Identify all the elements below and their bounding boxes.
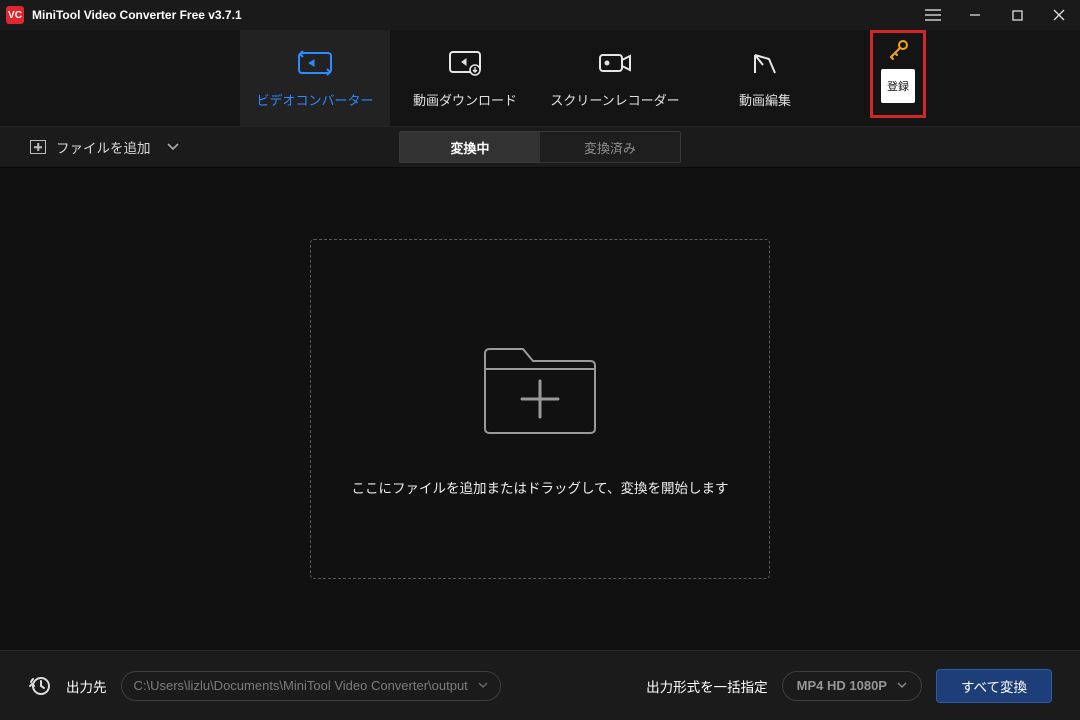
folder-plus-icon: [475, 321, 605, 451]
file-dropzone[interactable]: ここにファイルを追加またはドラッグして、変換を開始します: [310, 239, 770, 579]
secondary-toolbar: ファイルを追加 変換中 変換済み: [0, 126, 1080, 168]
converter-icon: [297, 48, 333, 78]
window-title: MiniTool Video Converter Free v3.7.1: [32, 8, 242, 22]
output-format-value: MP4 HD 1080P: [797, 678, 887, 693]
chevron-down-icon: [897, 682, 907, 689]
seg-converted[interactable]: 変換済み: [540, 132, 680, 162]
tab-screen-recorder[interactable]: スクリーンレコーダー: [540, 30, 690, 126]
add-file-button[interactable]: ファイルを追加: [30, 137, 179, 157]
tab-label: ビデオコンバーター: [256, 90, 373, 109]
convert-all-button[interactable]: すべて変換: [936, 669, 1052, 703]
output-dir-value: C:\Users\lizlu\Documents\MiniTool Video …: [134, 678, 468, 693]
main-tabs: ビデオコンバーター 動画ダウンロード: [240, 30, 840, 126]
tab-label: 動画編集: [739, 90, 791, 109]
chevron-down-icon[interactable]: [167, 143, 179, 151]
tab-video-download[interactable]: 動画ダウンロード: [390, 30, 540, 126]
key-icon[interactable]: [887, 39, 909, 61]
camera-icon: [597, 48, 633, 78]
register-highlight: 登録: [870, 30, 926, 118]
editor-icon: [749, 48, 781, 78]
output-dir-label: 出力先: [66, 676, 107, 696]
chevron-down-icon: [478, 682, 488, 689]
output-format-label: 出力形式を一括指定: [646, 676, 768, 696]
footer-bar: 出力先 C:\Users\lizlu\Documents\MiniTool Vi…: [0, 650, 1080, 720]
maximize-button[interactable]: [996, 0, 1038, 30]
content-area: ここにファイルを追加またはドラッグして、変換を開始します: [0, 168, 1080, 650]
minimize-button[interactable]: [954, 0, 996, 30]
add-file-plus-icon: [30, 140, 46, 154]
register-button[interactable]: 登録: [881, 69, 915, 103]
history-icon[interactable]: [28, 674, 52, 698]
app-window: VC MiniTool Video Converter Free v3.7.1: [0, 0, 1080, 720]
main-header: ビデオコンバーター 動画ダウンロード: [0, 30, 1080, 126]
tab-label: 動画ダウンロード: [413, 90, 517, 109]
output-format-selector[interactable]: MP4 HD 1080P: [782, 671, 922, 701]
add-file-label: ファイルを追加: [56, 137, 151, 157]
title-bar: VC MiniTool Video Converter Free v3.7.1: [0, 0, 1080, 30]
conversion-status-segmented: 変換中 変換済み: [399, 131, 681, 163]
app-logo-icon: VC: [6, 6, 24, 24]
tab-label: スクリーンレコーダー: [550, 90, 679, 109]
tab-video-converter[interactable]: ビデオコンバーター: [240, 30, 390, 126]
close-button[interactable]: [1038, 0, 1080, 30]
dropzone-hint: ここにファイルを追加またはドラッグして、変換を開始します: [352, 477, 729, 497]
hamburger-menu-icon[interactable]: [912, 0, 954, 30]
seg-converting[interactable]: 変換中: [400, 132, 540, 162]
download-icon: [447, 48, 483, 78]
output-dir-selector[interactable]: C:\Users\lizlu\Documents\MiniTool Video …: [121, 671, 501, 701]
tab-video-editor[interactable]: 動画編集: [690, 30, 840, 126]
